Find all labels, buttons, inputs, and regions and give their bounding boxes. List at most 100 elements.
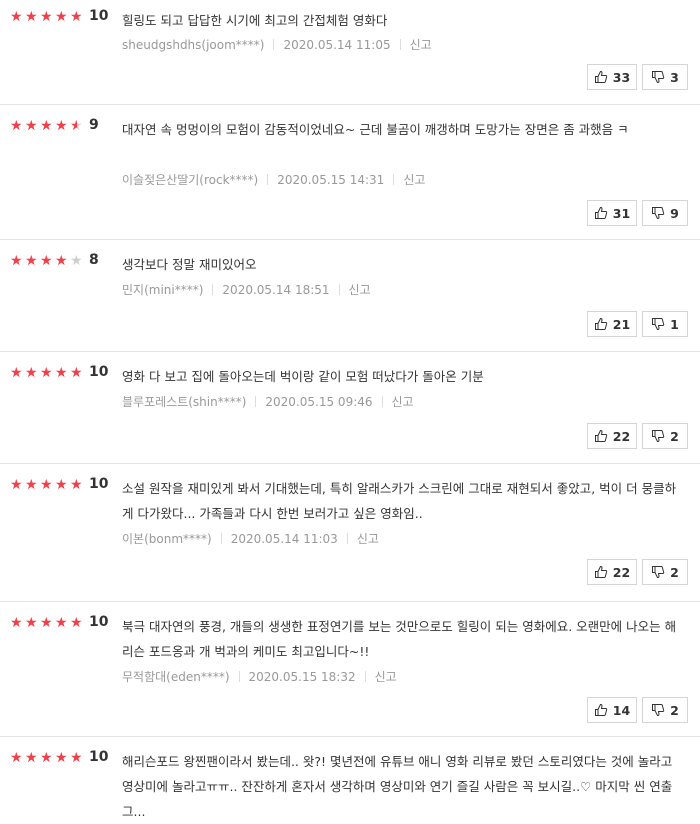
review-score: 10 (89, 364, 109, 380)
vote-buttons: 14 2 (587, 697, 688, 723)
like-button[interactable]: 22 (587, 559, 637, 585)
divider (238, 671, 240, 682)
review-score: 8 (89, 252, 99, 268)
review-date: 2020.05.15 09:46 (265, 394, 373, 409)
vote-buttons: 21 1 (587, 311, 688, 337)
dislike-count: 2 (670, 564, 679, 580)
star-rating: ★ ★ ★ ★ ★ (10, 751, 85, 765)
star-icon: ★ (40, 9, 53, 25)
star-rating: ★ ★ ★ ★ ★ (10, 119, 85, 133)
divider (212, 284, 214, 295)
divider (255, 396, 257, 407)
review-list: ★ ★ ★ ★ ★ 10 힐링도 되고 답답한 시기에 최고의 간접체험 영화다 she… (0, 0, 700, 819)
dislike-count: 2 (670, 702, 679, 718)
star-empty-icon: ★ (70, 253, 83, 269)
dislike-button[interactable]: 2 (642, 559, 688, 585)
like-button[interactable]: 22 (587, 423, 637, 449)
like-button[interactable]: 31 (587, 200, 637, 226)
star-rating: ★ ★ ★ ★ ★ (10, 478, 85, 492)
star-icon: ★ (40, 750, 53, 766)
review-item: ★ ★ ★ ★ ★ 10 해리슨포드 왕찐팬이라서 봤는데.. 왓?! 몇년전에 유튜브… (0, 737, 700, 819)
report-link[interactable]: 신고 (357, 530, 379, 547)
star-half-icon: ★ (70, 118, 83, 134)
star-icon: ★ (10, 750, 23, 766)
review-score: 10 (89, 476, 109, 492)
like-button[interactable]: 33 (587, 64, 637, 90)
star-icon: ★ (40, 615, 53, 631)
star-icon: ★ (10, 477, 23, 493)
report-link[interactable]: 신고 (410, 36, 432, 53)
review-text: 힐링도 되고 답답한 시기에 최고의 간접체험 영화다 (122, 13, 388, 28)
review-item: ★ ★ ★ ★ ★ 10 북극 대자연의 풍경, 개들의 생생한 표정연기를 보는 것만… (0, 602, 700, 737)
star-icon: ★ (55, 365, 68, 381)
star-icon: ★ (55, 615, 68, 631)
like-count: 22 (612, 564, 631, 580)
review-author[interactable]: 무적함대(eden****) (122, 668, 230, 685)
thumbs-down-icon (652, 318, 665, 331)
vote-buttons: 22 2 (587, 559, 688, 585)
review-author[interactable]: 이본(bonm****) (122, 530, 212, 547)
review-author[interactable]: 민지(mini****) (122, 281, 203, 298)
review-author[interactable]: sheudgshdhs(joom****) (122, 38, 264, 52)
like-count: 22 (612, 428, 631, 444)
star-icon: ★ (70, 477, 83, 493)
star-icon: ★ (55, 750, 68, 766)
dislike-button[interactable]: 2 (642, 423, 688, 449)
star-rating: ★ ★ ★ ★ ★ (10, 366, 85, 380)
divider (273, 39, 275, 50)
divider (338, 284, 340, 295)
dislike-count: 9 (670, 205, 679, 221)
vote-buttons: 31 9 (587, 200, 688, 226)
star-icon: ★ (25, 253, 38, 269)
review-date: 2020.05.14 18:51 (222, 282, 330, 297)
report-link[interactable]: 신고 (349, 281, 371, 298)
vote-buttons: 22 2 (587, 423, 688, 449)
review-date: 2020.05.15 18:32 (248, 669, 356, 684)
star-icon: ★ (10, 365, 23, 381)
dislike-button[interactable]: 1 (642, 311, 688, 337)
review-text: 생각보다 정말 재미있어오 (122, 257, 257, 272)
star-icon: ★ (55, 118, 68, 134)
star-icon: ★ (70, 615, 83, 631)
review-date: 2020.05.14 11:05 (283, 37, 391, 52)
star-icon: ★ (10, 253, 23, 269)
review-meta: 무적함대(eden****) 2020.05.15 18:32 신고 (122, 668, 397, 685)
review-date: 2020.05.15 14:31 (277, 172, 385, 187)
divider (364, 671, 366, 682)
star-icon: ★ (10, 118, 23, 134)
thumbs-down-icon (652, 430, 665, 443)
dislike-button[interactable]: 3 (642, 64, 688, 90)
thumbs-down-icon (652, 704, 665, 717)
thumbs-up-icon (594, 206, 608, 219)
like-button[interactable]: 14 (587, 697, 637, 723)
report-link[interactable]: 신고 (392, 393, 414, 410)
like-count: 21 (612, 316, 631, 332)
review-date: 2020.05.14 11:03 (230, 531, 338, 546)
review-item: ★ ★ ★ ★ ★ 10 힐링도 되고 답답한 시기에 최고의 간접체험 영화다 she… (0, 0, 700, 105)
divider (267, 174, 269, 185)
dislike-button[interactable]: 2 (642, 697, 688, 723)
star-icon: ★ (40, 118, 53, 134)
review-score: 9 (89, 117, 99, 133)
review-meta: 이본(bonm****) 2020.05.14 11:03 신고 (122, 530, 379, 547)
report-link[interactable]: 신고 (375, 668, 397, 685)
star-icon: ★ (25, 750, 38, 766)
thumbs-down-icon (652, 207, 665, 220)
review-item: ★ ★ ★ ★ ★ 9 대자연 속 멍멍이의 모험이 감동적이었네요~ 근데 불곰이 깨… (0, 105, 700, 240)
thumbs-down-icon (652, 566, 665, 579)
like-button[interactable]: 21 (587, 311, 637, 337)
review-meta: sheudgshdhs(joom****) 2020.05.14 11:05 신… (122, 36, 432, 53)
thumbs-up-icon (594, 429, 608, 442)
star-icon: ★ (55, 477, 68, 493)
review-author[interactable]: 이슬젖은산딸기(rock****) (122, 171, 258, 188)
star-icon: ★ (70, 750, 83, 766)
dislike-button[interactable]: 9 (642, 200, 688, 226)
review-item: ★ ★ ★ ★ ★ 10 소설 원작을 재미있게 봐서 기대했는데, 특히 알래스카가 … (0, 464, 700, 602)
report-link[interactable]: 신고 (403, 171, 425, 188)
review-meta: 민지(mini****) 2020.05.14 18:51 신고 (122, 281, 371, 298)
divider (346, 533, 348, 544)
star-icon: ★ (10, 615, 23, 631)
review-author[interactable]: 블루포레스트(shin****) (122, 393, 246, 410)
dislike-count: 1 (670, 316, 679, 332)
review-item: ★ ★ ★ ★ ★ 10 영화 다 보고 집에 돌아오는데 벅이랑 같이 모험 떠났다가… (0, 352, 700, 464)
